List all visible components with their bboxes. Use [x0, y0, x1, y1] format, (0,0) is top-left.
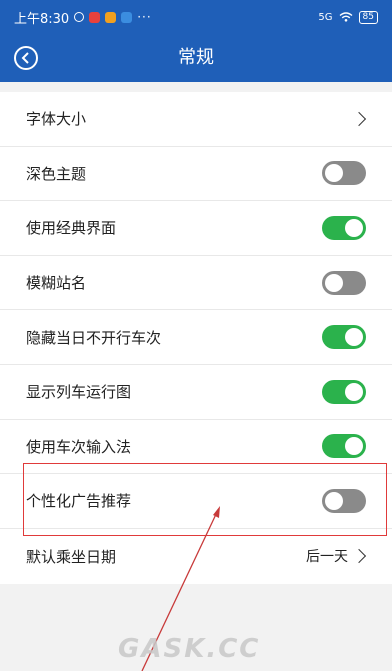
status-time: 上午8:30 [14, 11, 70, 27]
app-notification-icon [105, 11, 117, 23]
toggle-switch[interactable] [322, 161, 366, 186]
back-arrow-icon [21, 52, 29, 64]
settings-row-label: 模糊站名 [26, 274, 87, 293]
settings-row-label: 显示列车运行图 [26, 383, 132, 402]
battery-icon: 85 [358, 10, 378, 24]
toggle-knob [345, 437, 363, 456]
chevron-right-icon [351, 111, 367, 126]
status-right: 5G 85 [318, 10, 378, 24]
settings-row[interactable]: 使用车次输入法 [0, 420, 392, 475]
status-left: 上午8:30 ··· [14, 8, 152, 27]
page-title: 常规 [178, 47, 214, 68]
back-button[interactable] [14, 46, 38, 70]
settings-row[interactable]: 深色主题 [0, 147, 392, 202]
watermark: GASK.CC [118, 634, 261, 664]
settings-row[interactable]: 隐藏当日不开行车次 [0, 310, 392, 365]
more-notifications-icon: ··· [137, 10, 152, 24]
toggle-switch[interactable] [322, 270, 366, 295]
signal-icon: 5G [318, 11, 333, 23]
settings-row-label: 字体大小 [26, 110, 87, 129]
toggle-switch[interactable] [322, 325, 366, 350]
app-notification-icon [89, 11, 101, 23]
app-bar: 常规 [0, 34, 392, 82]
toggle-knob [345, 328, 363, 347]
wifi-icon [339, 12, 352, 22]
telegram-icon [121, 11, 133, 23]
settings-row[interactable]: 默认乘坐日期 后一天 [0, 529, 392, 584]
settings-row-label: 使用车次输入法 [26, 437, 132, 456]
settings-row[interactable]: 字体大小 [0, 92, 392, 147]
settings-row-label: 个性化广告推荐 [26, 492, 132, 511]
toggle-switch[interactable] [322, 434, 366, 459]
toggle-switch[interactable] [322, 379, 366, 404]
settings-row-label: 隐藏当日不开行车次 [26, 328, 162, 347]
toggle-knob [345, 218, 363, 237]
toggle-switch[interactable] [322, 488, 366, 513]
settings-row-label: 使用经典界面 [26, 219, 117, 238]
toggle-knob [325, 491, 343, 510]
settings-list: 字体大小深色主题使用经典界面 模糊站名隐藏当日不开行车次 显示列车运行图 使用车次输入… [0, 92, 392, 584]
chevron-right-icon [351, 548, 367, 564]
toggle-knob [345, 382, 363, 401]
toggle-knob [325, 164, 343, 183]
setting-value-group[interactable]: 后一天 [306, 546, 367, 566]
toggle-switch[interactable] [322, 215, 366, 240]
settings-row-label: 深色主题 [26, 164, 87, 183]
status-bar: 上午8:30 ··· 5G 85 [0, 0, 392, 34]
alarm-icon [74, 12, 85, 22]
settings-row[interactable]: 使用经典界面 [0, 201, 392, 256]
setting-value: 后一天 [306, 549, 348, 566]
toggle-knob [325, 273, 343, 292]
settings-row[interactable]: 模糊站名 [0, 256, 392, 311]
settings-row[interactable]: 显示列车运行图 [0, 365, 392, 420]
settings-row[interactable]: 个性化广告推荐 [0, 474, 392, 529]
settings-row-label: 默认乘坐日期 [26, 547, 117, 566]
